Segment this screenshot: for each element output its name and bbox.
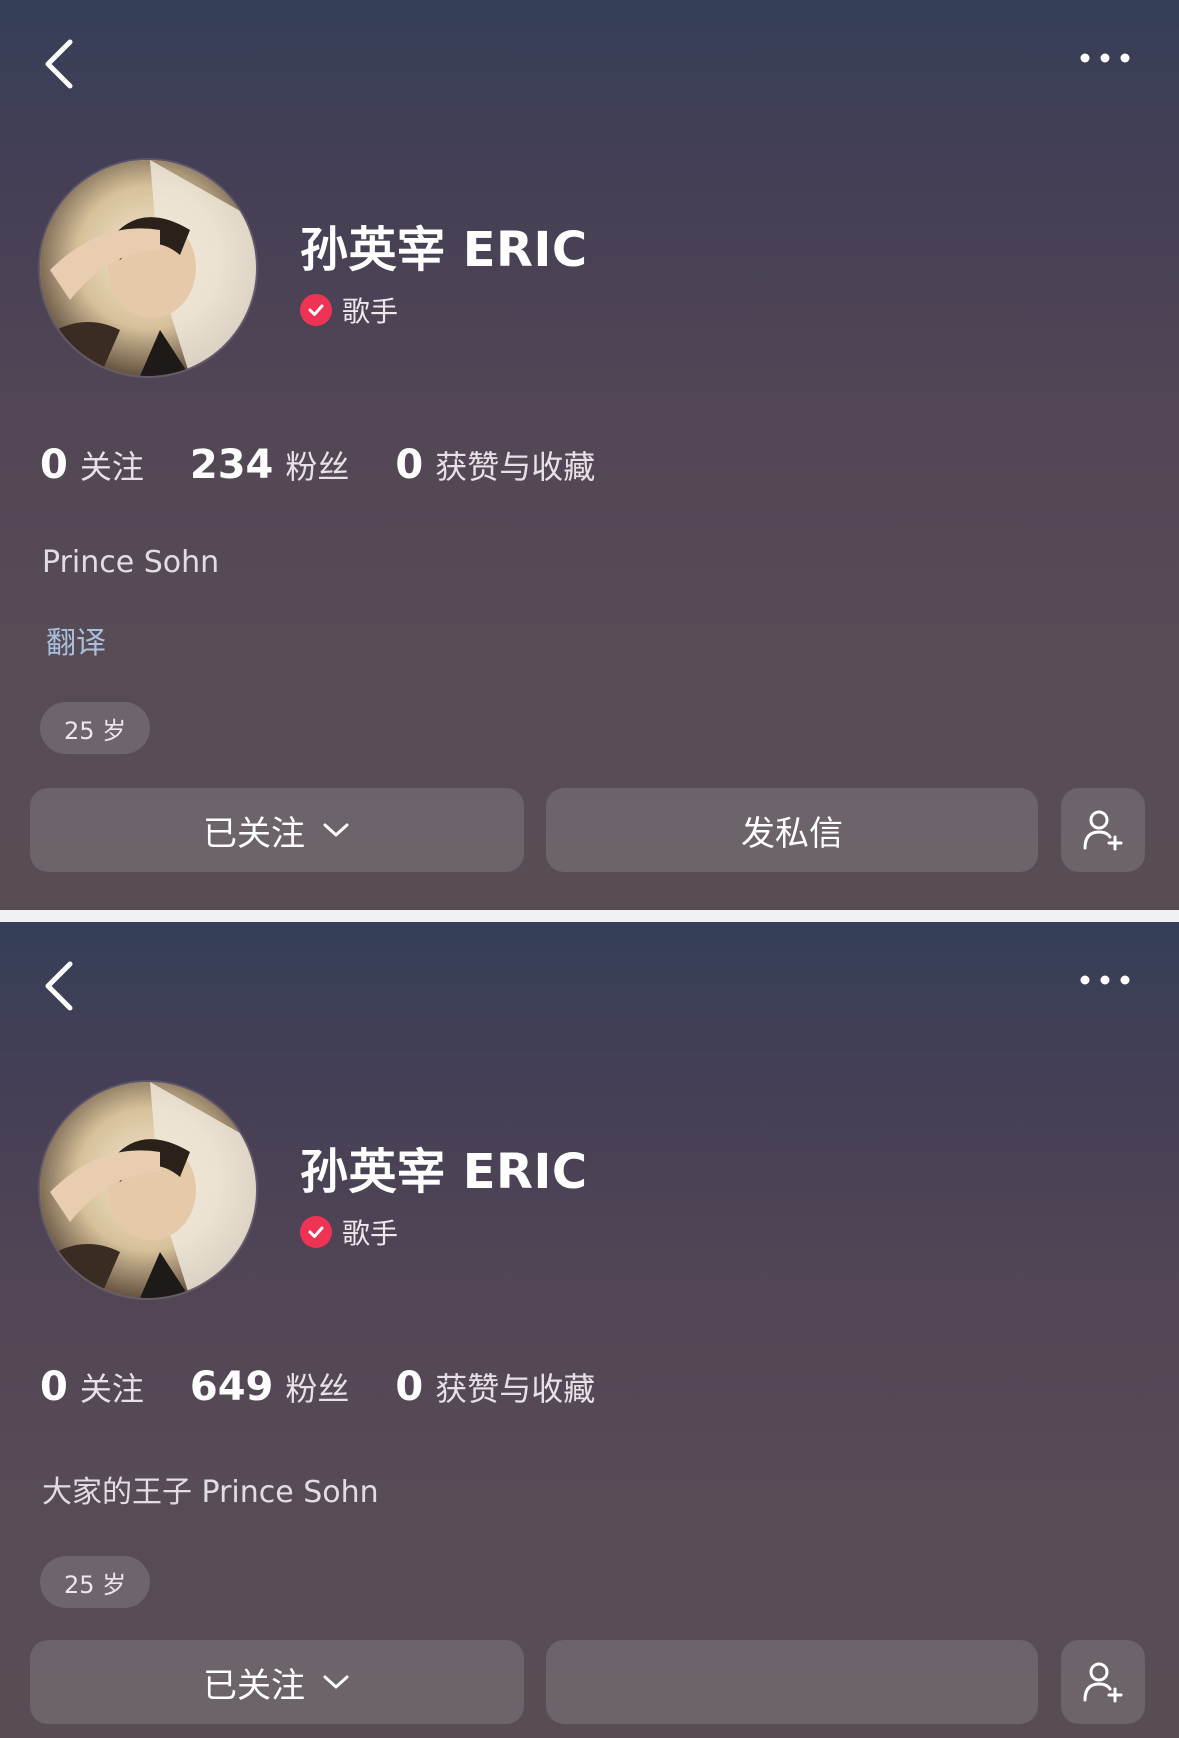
verified-check-icon <box>300 1216 332 1248</box>
bio-text: 大家的王子 Prince Sohn <box>42 1475 379 1510</box>
followed-button[interactable]: 已关注 <box>30 788 524 872</box>
profile-name: 孙英宰 ERIC <box>300 1144 588 1200</box>
avatar-photo <box>40 1082 256 1298</box>
stat-value: 0 <box>395 442 424 488</box>
verified-check-icon <box>300 294 332 326</box>
add-friend-button[interactable] <box>1061 788 1145 872</box>
message-button[interactable] <box>546 1640 1038 1724</box>
stat-label: 获赞与收藏 <box>435 1370 596 1408</box>
chevron-left-icon <box>45 39 73 89</box>
chevron-down-icon <box>323 1675 349 1689</box>
more-button[interactable] <box>1075 966 1135 994</box>
verified-badge-row: 歌手 <box>300 1212 398 1252</box>
more-button[interactable] <box>1075 44 1135 72</box>
stat-label: 粉丝 <box>285 448 350 486</box>
verified-badge-row: 歌手 <box>300 290 398 330</box>
age-tag: 25 岁 <box>40 1556 151 1608</box>
back-button[interactable] <box>40 958 80 1014</box>
verified-label: 歌手 <box>342 1217 399 1250</box>
stat-fans[interactable]: 234 粉丝 <box>190 442 350 488</box>
verified-label: 歌手 <box>342 295 399 328</box>
more-dots-icon <box>1080 53 1130 63</box>
age-tag: 25 岁 <box>40 702 151 754</box>
stats-row: 0 关注 234 粉丝 0 获赞与收藏 <box>40 442 641 488</box>
stat-value: 234 <box>189 442 274 488</box>
followed-label: 已关注 <box>203 1665 305 1706</box>
more-dots-icon <box>1080 975 1130 985</box>
stat-value: 0 <box>40 1364 68 1410</box>
profile-screen-1: 孙英宰 ERIC 歌手 0 关注 234 粉丝 0 获赞与收藏 Prince S… <box>0 0 1179 910</box>
stat-fans[interactable]: 649 粉丝 <box>190 1364 350 1410</box>
screen-divider <box>0 910 1179 922</box>
stat-value: 0 <box>395 1364 424 1410</box>
avatar-photo <box>40 160 256 376</box>
message-label: 发私信 <box>741 813 843 854</box>
stat-value: 0 <box>40 442 68 488</box>
followed-button[interactable]: 已关注 <box>30 1640 524 1724</box>
add-user-icon <box>1083 810 1123 851</box>
message-button[interactable]: 发私信 <box>546 788 1038 872</box>
stat-likes[interactable]: 0 获赞与收藏 <box>395 1364 595 1410</box>
stats-row: 0 关注 649 粉丝 0 获赞与收藏 <box>40 1364 641 1410</box>
stat-following[interactable]: 0 关注 <box>40 442 144 488</box>
avatar[interactable] <box>40 1082 256 1298</box>
stat-label: 粉丝 <box>285 1370 350 1408</box>
avatar[interactable] <box>40 160 256 376</box>
chevron-left-icon <box>45 961 73 1011</box>
followed-label: 已关注 <box>203 813 305 854</box>
bio-text: Prince Sohn <box>42 545 220 580</box>
profile-screen-2: 孙英宰 ERIC 歌手 0 关注 649 粉丝 0 获赞与收藏 大家的王子 Pr… <box>0 922 1179 1738</box>
chevron-down-icon <box>323 823 349 837</box>
back-button[interactable] <box>40 36 80 92</box>
stat-value: 649 <box>189 1364 274 1410</box>
stat-label: 获赞与收藏 <box>435 448 596 486</box>
stat-label: 关注 <box>79 448 144 486</box>
stat-following[interactable]: 0 关注 <box>40 1364 144 1410</box>
add-friend-button[interactable] <box>1061 1640 1145 1724</box>
profile-name: 孙英宰 ERIC <box>300 222 588 278</box>
add-user-icon <box>1083 1662 1123 1703</box>
stat-label: 关注 <box>79 1370 144 1408</box>
translate-link[interactable]: 翻译 <box>46 618 106 662</box>
stat-likes[interactable]: 0 获赞与收藏 <box>395 442 595 488</box>
